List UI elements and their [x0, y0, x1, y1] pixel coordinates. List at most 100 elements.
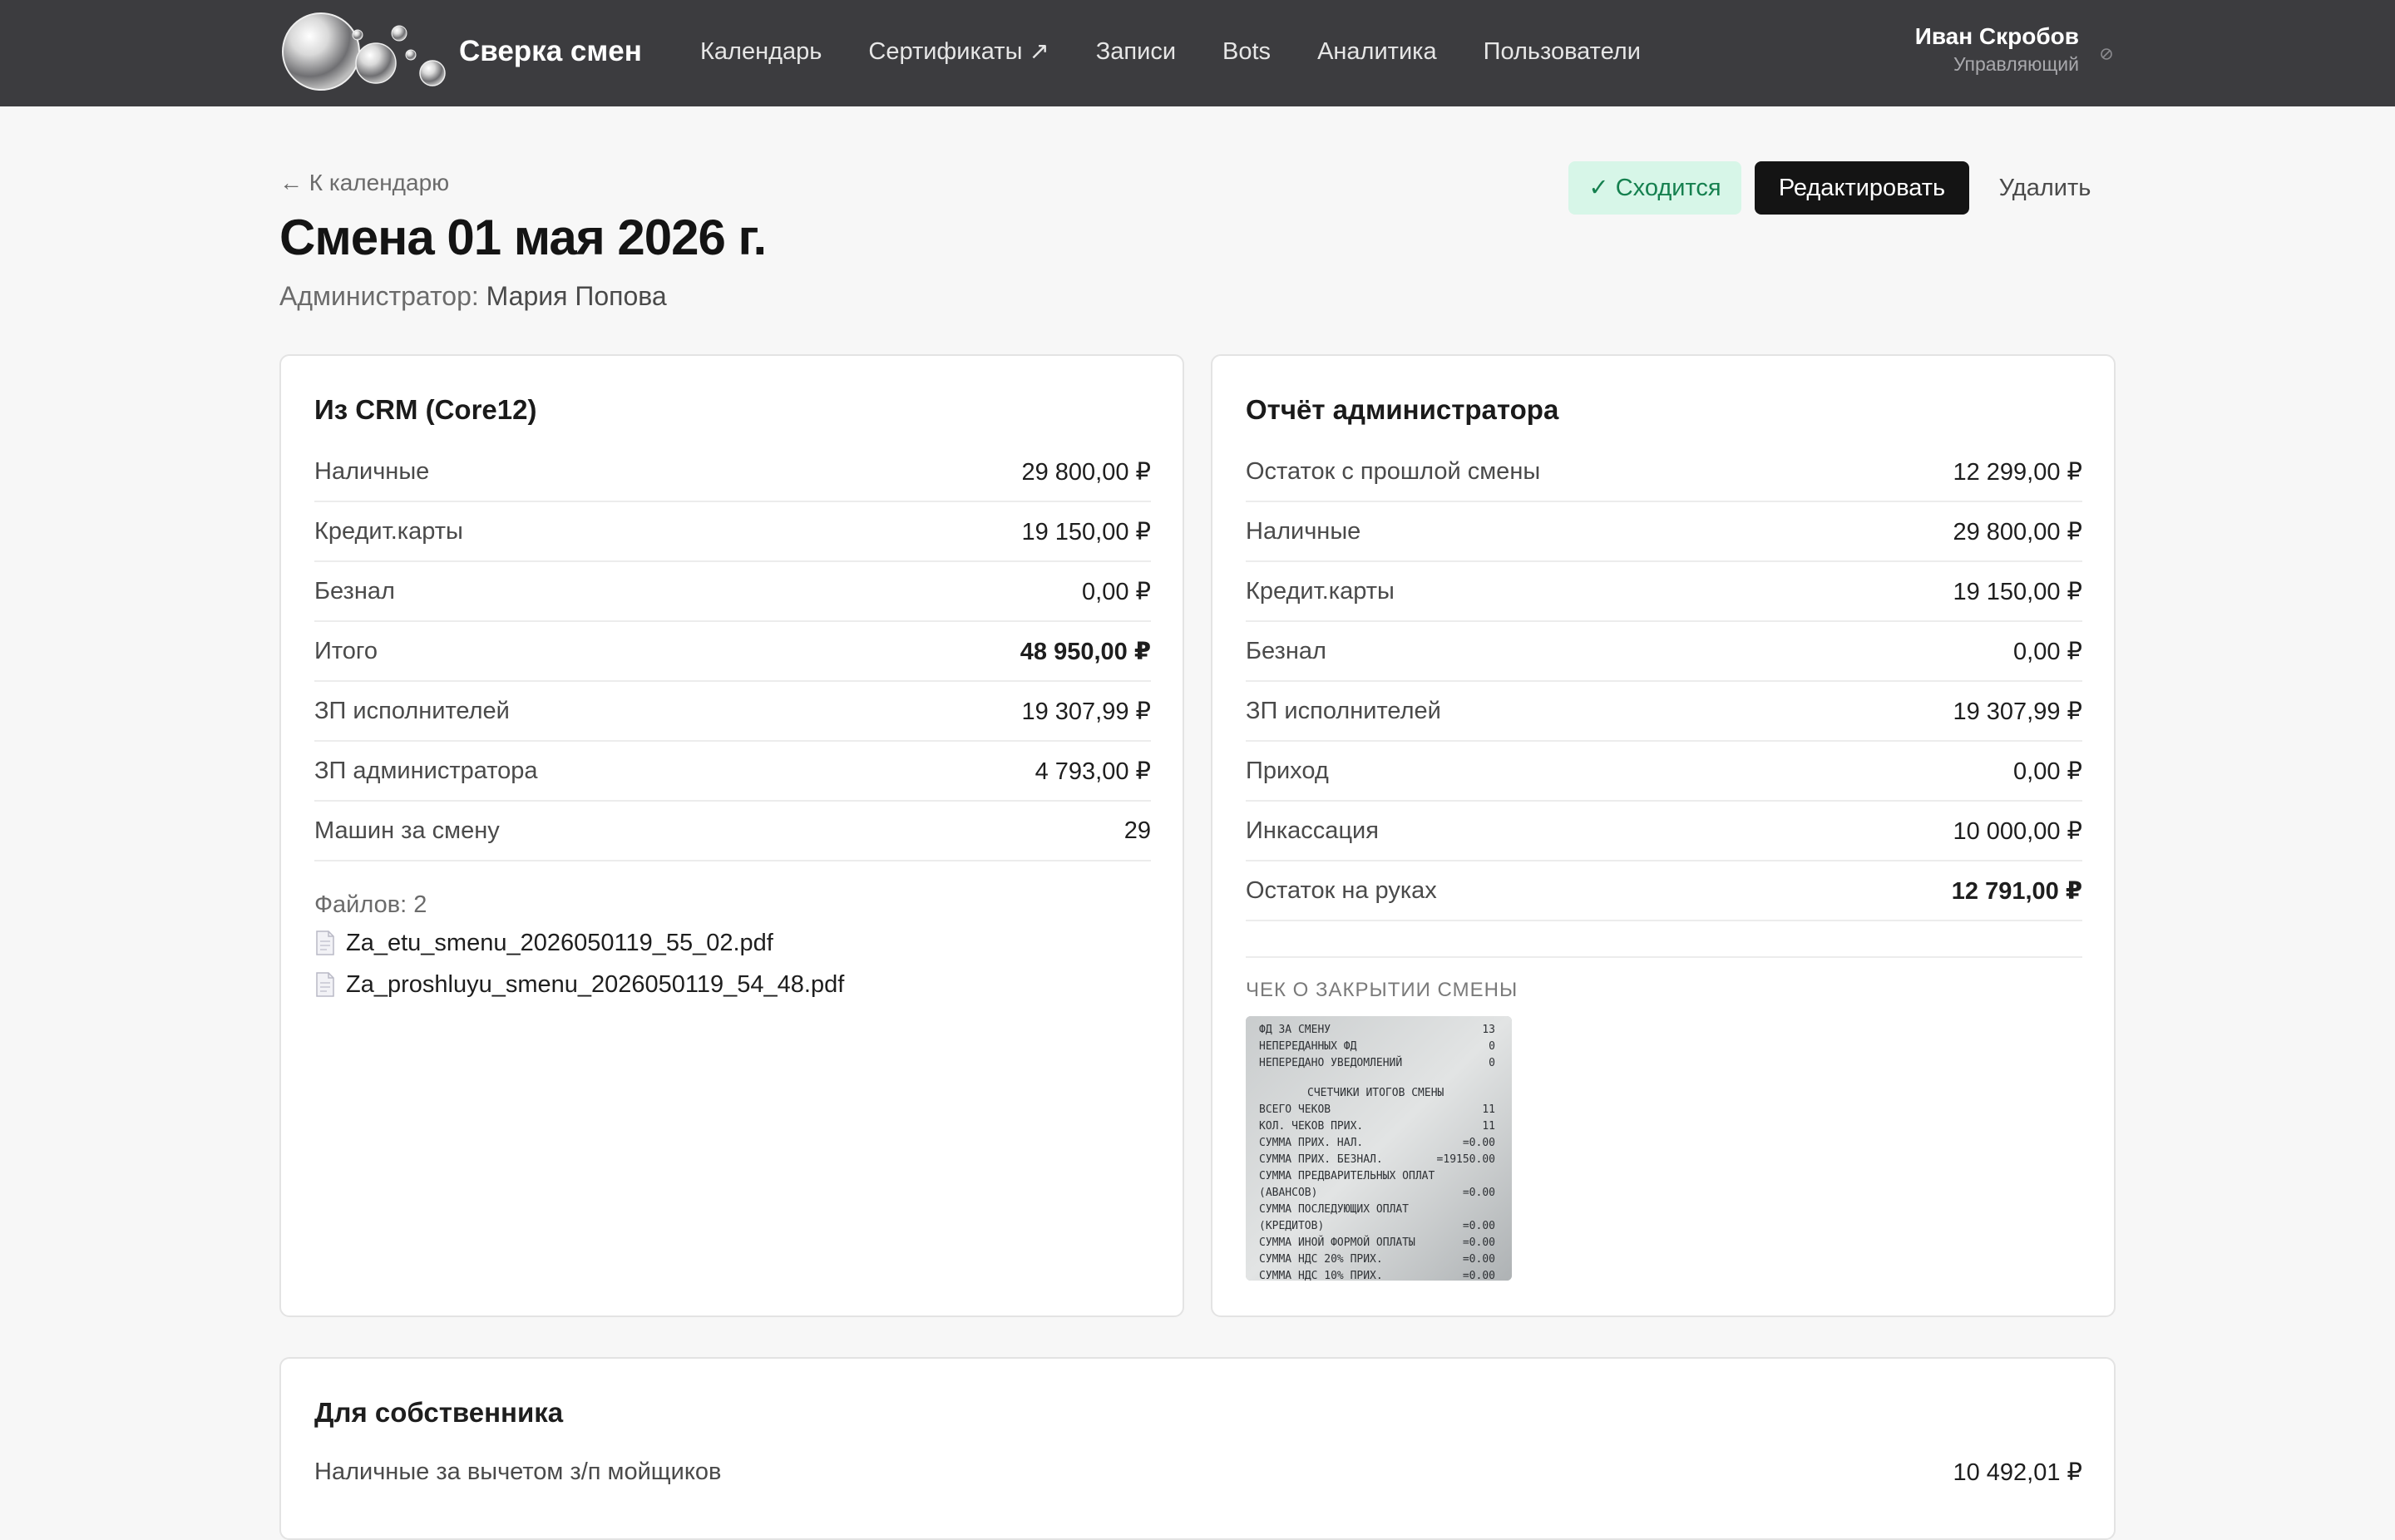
row-label: Приход: [1246, 757, 1329, 784]
receipt-line-text: (АВАНСОВ): [1259, 1187, 1317, 1199]
receipt-line-text: СУММА НДС 20% ПРИХ.: [1259, 1253, 1383, 1266]
row-value: 19 307,99 ₽: [1021, 698, 1151, 725]
main-nav: Календарь Сертификаты ↗ Записи Bots Анал…: [700, 32, 1641, 72]
row-value: 19 150,00 ₽: [1021, 518, 1151, 545]
nav-item-calendar[interactable]: Календарь: [700, 32, 822, 72]
receipt-line-text: НЕПЕРЕДАННЫХ ФД: [1259, 1040, 1357, 1053]
admin-report-title: Отчёт администратора: [1246, 394, 1559, 425]
nav-item-analytics[interactable]: Аналитика: [1317, 32, 1437, 72]
row-value: 29 800,00 ₽: [1021, 458, 1151, 486]
administrator-name: Мария Попова: [486, 281, 667, 311]
row-label: Наличные за вычетом з/п мойщиков: [314, 1458, 722, 1485]
row-value: 4 793,00 ₽: [1035, 758, 1151, 785]
crm-row-workers-salary: ЗП исполнителей 19 307,99 ₽: [314, 682, 1151, 742]
admin-report-card: Отчёт администратора Остаток с прошлой с…: [1211, 354, 2116, 1317]
attached-files: Файлов: 2 Za_etu_smenu_2026050119_55_02.…: [314, 888, 844, 1004]
document-icon: [316, 972, 334, 997]
row-label: Остаток на руках: [1246, 876, 1437, 904]
row-label: Кредит.карты: [314, 517, 463, 545]
file-link[interactable]: Za_etu_smenu_2026050119_55_02.pdf: [314, 923, 844, 963]
file-link[interactable]: Za_proshluyu_smenu_2026050119_54_48.pdf: [314, 965, 844, 1004]
receipt-line-value: 11: [1482, 1120, 1495, 1133]
receipt-line-value: =0.00: [1463, 1137, 1495, 1149]
user-role: Управляющий: [1953, 53, 2079, 75]
admin-report-rows: Остаток с прошлой смены 12 299,00 ₽ Нали…: [1246, 442, 2082, 921]
receipt-line-value: =0.00: [1463, 1270, 1495, 1281]
receipt-line-value: =19150.00: [1437, 1153, 1495, 1166]
crm-row-cashless: Безнал 0,00 ₽: [314, 562, 1151, 622]
admin-row-credit-cards: Кредит.карты 19 150,00 ₽: [1246, 562, 2082, 622]
user-menu[interactable]: Иван Скробов Управляющий: [1915, 22, 2079, 77]
nav-item-users[interactable]: Пользователи: [1484, 32, 1641, 72]
receipt-line-value: =0.00: [1463, 1187, 1495, 1199]
row-value: 29 800,00 ₽: [1953, 518, 2082, 545]
receipt-line-text: СУММА ПРИХ. НАЛ.: [1259, 1137, 1363, 1149]
logout-icon[interactable]: [2099, 47, 2114, 62]
receipt-line-value: 11: [1482, 1103, 1495, 1116]
receipt-line-value: =0.00: [1463, 1220, 1495, 1232]
row-label: Безнал: [314, 577, 395, 605]
row-value: 12 791,00 ₽: [1951, 877, 2082, 905]
edit-button[interactable]: Редактировать: [1755, 161, 1969, 215]
row-label: Безнал: [1246, 637, 1326, 664]
row-label: Машин за смену: [314, 817, 500, 844]
receipt-line-text: КОЛ. ЧЕКОВ ПРИХ.: [1259, 1120, 1363, 1133]
crm-card: Из CRM (Core12) Наличные 29 800,00 ₽ Кре…: [279, 354, 1184, 1317]
row-label: ЗП исполнителей: [1246, 697, 1441, 724]
row-label: Кредит.карты: [1246, 577, 1395, 605]
receipt-line-value: =0.00: [1463, 1236, 1495, 1249]
file-name[interactable]: Za_proshluyu_smenu_2026050119_54_48.pdf: [346, 971, 844, 999]
page-title: Смена 01 мая 2026 г.: [279, 210, 767, 265]
row-value: 19 307,99 ₽: [1953, 698, 2082, 725]
receipt-line-text: СУММА ИНОЙ ФОРМОЙ ОПЛАТЫ: [1259, 1236, 1415, 1249]
receipt-line-value: 0: [1489, 1040, 1495, 1053]
row-label: ЗП исполнителей: [314, 697, 510, 724]
receipt-line-text: СУММА ПРЕДВАРИТЕЛЬНЫХ ОПЛАТ: [1259, 1170, 1435, 1182]
row-label: Наличные: [314, 457, 430, 485]
receipt-line-text: СУММА ПРИХ. БЕЗНАЛ.: [1259, 1153, 1383, 1166]
owner-card-title: Для собственника: [314, 1397, 564, 1428]
crm-row-credit-cards: Кредит.карты 19 150,00 ₽: [314, 502, 1151, 562]
nav-item-certificates[interactable]: Сертификаты ↗: [868, 32, 1049, 72]
status-badge: ✓ Сходится: [1568, 161, 1741, 215]
administrator-label: Администратор:: [279, 281, 479, 311]
row-value: 0,00 ₽: [2013, 638, 2082, 665]
files-count: Файлов: 2: [314, 891, 427, 918]
receipt-line-value: 13: [1482, 1024, 1495, 1036]
row-label: ЗП администратора: [314, 757, 538, 784]
row-label: Итого: [314, 637, 378, 664]
row-label: Остаток с прошлой смены: [1246, 457, 1541, 485]
receipt-line-text: СЧЕТЧИКИ ИТОГОВ СМЕНЫ: [1307, 1087, 1444, 1099]
user-name: Иван Скробов: [1914, 23, 2079, 49]
app-brand-title[interactable]: Сверка смен: [459, 32, 642, 72]
document-icon: [316, 930, 334, 955]
admin-row-cashless: Безнал 0,00 ₽: [1246, 622, 2082, 682]
crm-row-total: Итого 48 950,00 ₽: [314, 622, 1151, 682]
receipt-line-value: =0.00: [1463, 1253, 1495, 1266]
delete-button[interactable]: Удалить: [1984, 161, 2106, 215]
bubbles-logo-icon[interactable]: [278, 10, 449, 96]
nav-item-records[interactable]: Записи: [1096, 32, 1176, 72]
admin-row-cash: Наличные 29 800,00 ₽: [1246, 502, 2082, 562]
admin-row-collection: Инкассация 10 000,00 ₽: [1246, 802, 2082, 861]
row-value: 48 950,00 ₽: [1020, 638, 1151, 665]
owner-card: Для собственника Наличные за вычетом з/п…: [279, 1357, 2116, 1540]
row-value: 0,00 ₽: [2013, 758, 2082, 785]
receipt-label: ЧЕК О ЗАКРЫТИИ СМЕНЫ: [1246, 979, 1518, 1001]
back-to-calendar-link[interactable]: ← К календарю: [279, 166, 449, 200]
admin-row-workers-salary: ЗП исполнителей 19 307,99 ₽: [1246, 682, 2082, 742]
receipt-line-text: ВСЕГО ЧЕКОВ: [1259, 1103, 1331, 1116]
nav-item-bots[interactable]: Bots: [1222, 32, 1271, 72]
receipt-line-text: СУММА НДС 10% ПРИХ.: [1259, 1270, 1383, 1281]
admin-row-cash-on-hand: Остаток на руках 12 791,00 ₽: [1246, 861, 2082, 921]
crm-card-title: Из CRM (Core12): [314, 394, 537, 425]
crm-rows: Наличные 29 800,00 ₽ Кредит.карты 19 150…: [314, 442, 1151, 861]
row-value: 29: [1123, 817, 1151, 844]
receipt-photo[interactable]: ФД ЗА СМЕНУ 13 НЕПЕРЕДАННЫХ ФД 0 НЕПЕРЕДАНО …: [1246, 1016, 1512, 1281]
admin-row-previous-balance: Остаток с прошлой смены 12 299,00 ₽: [1246, 442, 2082, 502]
row-value: 10 000,00 ₽: [1953, 817, 2082, 845]
row-value: 12 299,00 ₽: [1953, 458, 2082, 486]
receipt-line-text: ФД ЗА СМЕНУ: [1259, 1024, 1331, 1036]
admin-row-income: Приход 0,00 ₽: [1246, 742, 2082, 802]
file-name[interactable]: Za_etu_smenu_2026050119_55_02.pdf: [346, 930, 773, 957]
